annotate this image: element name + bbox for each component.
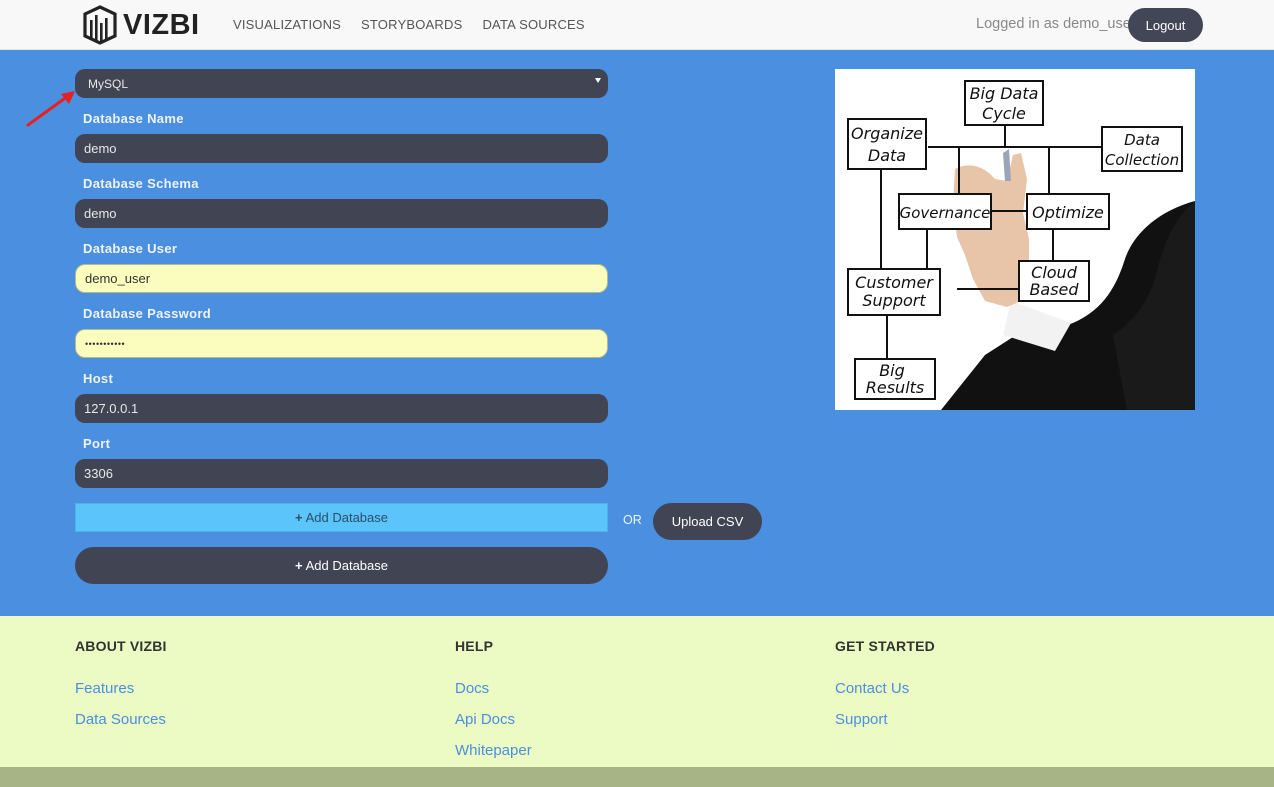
logged-in-status: Logged in as demo_user bbox=[976, 16, 1136, 32]
svg-text:Cycle: Cycle bbox=[982, 104, 1026, 123]
database-user-label: Database User bbox=[83, 241, 178, 256]
footer-about-title: ABOUT VIZBI bbox=[75, 638, 167, 654]
database-user-value: demo_user bbox=[85, 271, 151, 286]
footer-help-title: HELP bbox=[455, 638, 494, 654]
footer-link-support[interactable]: Support bbox=[835, 711, 935, 728]
box-governance: Governance bbox=[900, 204, 991, 222]
add-database-label: Add Database bbox=[305, 510, 388, 525]
database-schema-input[interactable]: demo bbox=[75, 199, 608, 228]
big-data-cycle-diagram: Big Data Cycle Organize Data Data Collec… bbox=[847, 80, 1195, 410]
data-source-form-section: MySQL Database Name demo Database Schema… bbox=[0, 50, 1274, 616]
footer-get-started-column: GET STARTED Contact Us Support bbox=[835, 638, 935, 728]
footer-link-whitepaper[interactable]: Whitepaper bbox=[455, 742, 532, 759]
annotation-arrow-icon bbox=[26, 91, 75, 127]
footer-about-column: ABOUT VIZBI Features Data Sources bbox=[75, 638, 167, 728]
database-name-value: demo bbox=[84, 141, 117, 156]
footer-help-column: HELP Docs Api Docs Whitepaper bbox=[455, 638, 532, 759]
box-data-collection: Data bbox=[1124, 131, 1160, 149]
nav-visualizations[interactable]: VISUALIZATIONS bbox=[233, 17, 341, 32]
database-type-select[interactable]: MySQL bbox=[75, 69, 608, 98]
database-password-input[interactable]: ••••••••••• bbox=[75, 329, 608, 358]
main-nav: VISUALIZATIONS STORYBOARDS DATA SOURCES bbox=[233, 17, 585, 32]
or-separator: OR bbox=[623, 513, 642, 527]
navbar: VIZBI VISUALIZATIONS STORYBOARDS DATA SO… bbox=[0, 0, 1274, 50]
port-value: 3306 bbox=[84, 466, 113, 481]
add-database-label: Add Database bbox=[305, 558, 388, 573]
port-input[interactable]: 3306 bbox=[75, 459, 608, 488]
svg-text:Based: Based bbox=[1029, 280, 1079, 299]
footer-link-features[interactable]: Features bbox=[75, 680, 167, 697]
host-label: Host bbox=[83, 371, 114, 386]
svg-text:Data: Data bbox=[868, 146, 906, 165]
upload-csv-button[interactable]: Upload CSV bbox=[653, 503, 762, 540]
brand-name: VIZBI bbox=[123, 8, 200, 41]
box-organize-data: Organize bbox=[851, 124, 923, 143]
svg-text:Collection: Collection bbox=[1105, 151, 1179, 169]
database-user-input[interactable]: demo_user bbox=[75, 264, 608, 293]
box-big-data-cycle: Big Data bbox=[970, 84, 1039, 103]
database-name-input[interactable]: demo bbox=[75, 134, 608, 163]
add-database-button[interactable]: + Add Database bbox=[75, 547, 608, 584]
database-password-value: ••••••••••• bbox=[85, 338, 126, 349]
box-customer-support: Customer bbox=[855, 273, 934, 292]
footer-link-contact-us[interactable]: Contact Us bbox=[835, 680, 935, 697]
svg-text:Support: Support bbox=[862, 291, 926, 310]
svg-text:Results: Results bbox=[866, 378, 925, 397]
caret-down-icon bbox=[595, 78, 601, 83]
host-value: 127.0.0.1 bbox=[84, 401, 139, 416]
footer-link-api-docs[interactable]: Api Docs bbox=[455, 711, 532, 728]
box-optimize: Optimize bbox=[1032, 203, 1104, 222]
logout-button[interactable]: Logout bbox=[1128, 8, 1203, 42]
brand-logo[interactable]: VIZBI bbox=[82, 5, 200, 45]
plus-icon: + bbox=[295, 510, 303, 525]
database-schema-label: Database Schema bbox=[83, 176, 199, 191]
vizbi-logo-icon bbox=[83, 5, 117, 45]
footer-bottom-band bbox=[0, 767, 1274, 787]
nav-data-sources[interactable]: DATA SOURCES bbox=[482, 17, 584, 32]
footer-link-data-sources[interactable]: Data Sources bbox=[75, 711, 167, 728]
database-password-label: Database Password bbox=[83, 306, 211, 321]
nav-storyboards[interactable]: STORYBOARDS bbox=[361, 17, 462, 32]
database-schema-value: demo bbox=[84, 206, 117, 221]
host-input[interactable]: 127.0.0.1 bbox=[75, 394, 608, 423]
big-data-cycle-image: Big Data Cycle Organize Data Data Collec… bbox=[835, 69, 1195, 410]
footer: ABOUT VIZBI Features Data Sources HELP D… bbox=[0, 616, 1274, 767]
database-name-label: Database Name bbox=[83, 111, 184, 126]
plus-icon: + bbox=[295, 558, 303, 573]
database-type-selected: MySQL bbox=[88, 76, 129, 91]
port-label: Port bbox=[83, 436, 111, 451]
footer-link-docs[interactable]: Docs bbox=[455, 680, 532, 697]
add-database-button-secondary[interactable]: + Add Database bbox=[75, 503, 608, 532]
footer-get-started-title: GET STARTED bbox=[835, 638, 935, 654]
